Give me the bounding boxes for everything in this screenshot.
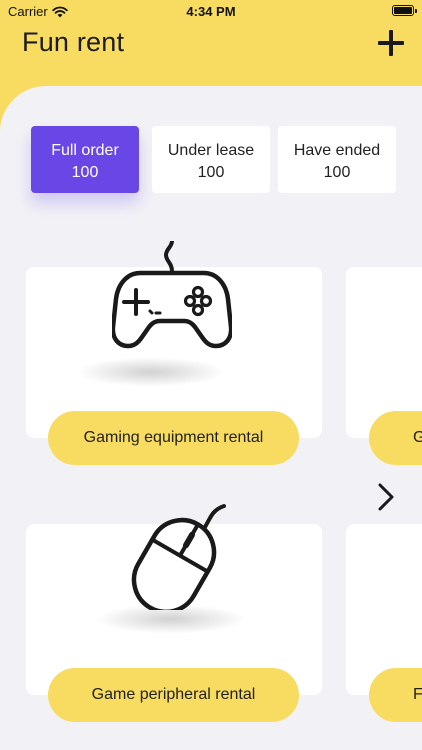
category-grid: Gaming equipment rental G Game periphera… — [0, 86, 422, 750]
next-page-button[interactable] — [374, 482, 398, 512]
mouse-icon — [118, 498, 238, 610]
main-content: Full order 100 Under lease 100 Have ende… — [0, 86, 422, 750]
add-button[interactable] — [378, 30, 404, 56]
card-shadow — [76, 357, 226, 387]
gamepad-icon — [112, 241, 232, 353]
category-button-gaming-equipment[interactable]: Gaming equipment rental — [48, 411, 299, 465]
battery-icon — [392, 5, 417, 16]
status-time: 4:34 PM — [186, 4, 236, 19]
category-button-partial[interactable]: G — [369, 411, 422, 465]
category-button-game-peripheral[interactable]: Game peripheral rental — [48, 668, 299, 722]
category-button-partial[interactable]: F — [369, 668, 422, 722]
chevron-right-icon — [374, 482, 398, 512]
page-title: Fun rent — [22, 27, 125, 57]
status-bar: Carrier 4:34 PM — [0, 0, 422, 22]
